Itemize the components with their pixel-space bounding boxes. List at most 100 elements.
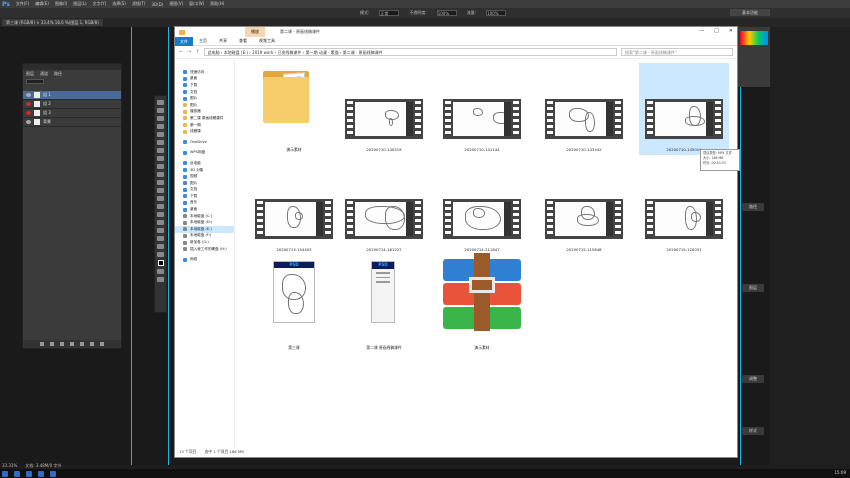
nav-item[interactable]: 第一期	[175, 122, 234, 129]
file-item[interactable]: 20200710-141144	[437, 63, 527, 155]
up-icon[interactable]: ↑	[195, 49, 199, 55]
trash-icon[interactable]	[100, 342, 104, 346]
file-item[interactable]: PSD 第二课 原画线稿课件	[339, 261, 429, 353]
new-layer-icon[interactable]	[90, 342, 94, 346]
file-item[interactable]: PSD 第三课	[249, 261, 339, 353]
file-item[interactable]: 20200715-120031	[639, 163, 729, 255]
nav-item[interactable]: 快速访问	[175, 69, 234, 76]
gradient-tool-icon[interactable]	[157, 188, 164, 193]
tab-share[interactable]: 共享	[213, 38, 233, 44]
search-icon[interactable]	[14, 470, 20, 477]
tab-paths[interactable]: 路径	[54, 71, 62, 77]
photoshop-taskbar-icon[interactable]	[50, 470, 56, 477]
nav-item[interactable]: 插入我工作的硬盘 (H:)	[175, 246, 234, 253]
path-select-icon[interactable]	[157, 228, 164, 233]
menu-select[interactable]: 选择(S)	[112, 1, 126, 7]
brush-tool-icon[interactable]	[157, 156, 164, 161]
screen-mode-icon[interactable]	[157, 277, 164, 282]
eye-icon[interactable]	[26, 120, 31, 124]
search-input[interactable]: 搜索"第二课 - 原画线稿课件"	[621, 48, 733, 56]
menu-image[interactable]: 图像(I)	[55, 1, 67, 7]
task-view-icon[interactable]	[26, 470, 32, 477]
file-item[interactable]: 演示素材	[437, 253, 527, 353]
nav-item[interactable]: 视频	[175, 173, 234, 180]
menu-filter[interactable]: 滤镜(T)	[132, 1, 146, 7]
nav-item[interactable]: 新加卷 (G:)	[175, 239, 234, 246]
tab-file[interactable]: 文件	[175, 36, 193, 46]
marquee-tool-icon[interactable]	[157, 108, 164, 113]
nav-item[interactable]: WPS网盘	[175, 150, 234, 157]
nav-item[interactable]: 桌面	[175, 76, 234, 83]
menu-3d[interactable]: 3D(D)	[151, 2, 163, 7]
lasso-tool-icon[interactable]	[157, 116, 164, 121]
styles-panel-button[interactable]: 样式	[742, 427, 764, 435]
nav-item[interactable]: 图片	[175, 180, 234, 187]
menu-layer[interactable]: 图层(L)	[73, 1, 86, 7]
tab-view[interactable]: 查看	[233, 38, 253, 44]
quick-mask-icon[interactable]	[157, 269, 164, 274]
layer-row[interactable]: 组 1	[23, 91, 121, 100]
crop-tool-icon[interactable]	[157, 132, 164, 137]
hand-tool-icon[interactable]	[157, 244, 164, 249]
nav-item[interactable]: 文档	[175, 187, 234, 194]
tab-layers[interactable]: 图层	[26, 71, 34, 77]
layer-row[interactable]: 组 2	[23, 100, 121, 109]
adjustment-icon[interactable]	[70, 342, 74, 346]
nav-item[interactable]: OneDrive	[175, 139, 234, 146]
eye-icon[interactable]	[26, 102, 31, 106]
nav-item[interactable]: 本地磁盘 (C:)	[175, 213, 234, 220]
shape-tool-icon[interactable]	[157, 236, 164, 241]
nav-item[interactable]: 本地磁盘 (D:)	[175, 219, 234, 226]
file-item[interactable]: 20200713-154403	[249, 163, 339, 255]
mode-select[interactable]: 正常	[379, 10, 400, 16]
nav-item[interactable]: 文档	[175, 89, 234, 96]
layer-filter-select[interactable]	[26, 79, 44, 84]
explorer-titlebar[interactable]: 播放 第二课 - 原画线稿课件 — □ ✕	[175, 27, 737, 37]
color-ramp[interactable]	[740, 31, 768, 45]
eyedropper-tool-icon[interactable]	[157, 140, 164, 145]
forward-icon[interactable]: →	[187, 49, 191, 55]
nav-item[interactable]: 本地磁盘 (E:)	[175, 226, 234, 233]
tab-video-tools[interactable]: 视频工具	[253, 38, 281, 44]
file-item[interactable]: 演示素材	[249, 63, 339, 155]
nav-item[interactable]: 线稿课	[175, 128, 234, 135]
type-tool-icon[interactable]	[157, 220, 164, 225]
address-path[interactable]: 此电脑 › 本地磁盘 (E:) › 2019 work › 已发线稿课件 › 第…	[203, 48, 617, 56]
nav-item[interactable]: 桌面	[175, 206, 234, 213]
menu-file[interactable]: 文件(F)	[16, 1, 29, 7]
flow-input[interactable]: 100%	[486, 10, 507, 16]
opacity-input[interactable]: 100%	[436, 10, 457, 16]
explorer-taskbar-icon[interactable]	[38, 470, 44, 477]
history-brush-icon[interactable]	[157, 172, 164, 177]
minimize-button[interactable]: —	[699, 28, 704, 34]
eye-icon[interactable]	[26, 111, 31, 115]
workspace-select[interactable]: 基本功能	[730, 9, 770, 16]
nav-item[interactable]: 第二课 原画线稿课件	[175, 115, 234, 122]
new-group-icon[interactable]	[80, 342, 84, 346]
menu-help[interactable]: 帮助(H)	[210, 1, 224, 7]
menu-type[interactable]: 文字(Y)	[93, 1, 107, 7]
paths-panel-button[interactable]: 路径	[742, 203, 764, 211]
layer-row[interactable]: 背景	[23, 118, 121, 127]
file-item[interactable]: 20200714-211847	[437, 163, 527, 255]
nav-item[interactable]: 音乐	[175, 200, 234, 207]
nav-item[interactable]: 此电脑	[175, 160, 234, 167]
nav-item[interactable]: 网络	[175, 256, 234, 263]
layer-row[interactable]: 组 3	[23, 109, 121, 118]
eraser-tool-icon[interactable]	[157, 180, 164, 185]
menu-edit[interactable]: 编辑(E)	[35, 1, 49, 7]
back-icon[interactable]: ←	[179, 49, 183, 55]
nav-item[interactable]: 下载	[175, 193, 234, 200]
dodge-tool-icon[interactable]	[157, 204, 164, 209]
nav-item[interactable]: 播放器	[175, 109, 234, 116]
file-item[interactable]: 20200715-115848	[539, 163, 629, 255]
layers-panel-button[interactable]: 图层	[742, 284, 764, 292]
maximize-button[interactable]: □	[714, 28, 719, 34]
nav-item[interactable]: 3D 对象	[175, 167, 234, 174]
eye-icon[interactable]	[26, 93, 31, 97]
link-icon[interactable]	[40, 342, 44, 346]
menu-view[interactable]: 视图(V)	[169, 1, 183, 7]
quick-select-tool-icon[interactable]	[157, 124, 164, 129]
tab-home[interactable]: 主页	[193, 38, 213, 44]
start-icon[interactable]	[2, 470, 8, 477]
